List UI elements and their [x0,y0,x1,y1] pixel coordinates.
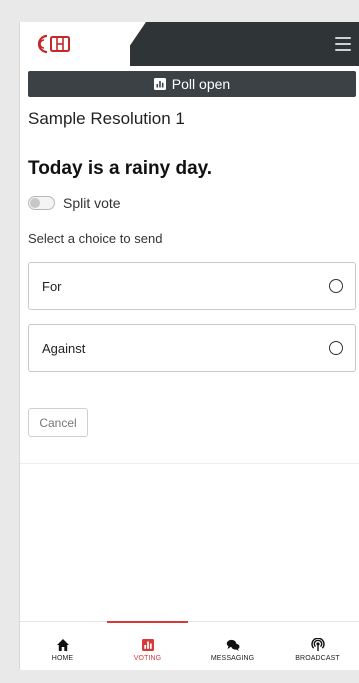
app-header [20,22,359,66]
app-frame: Poll open Sample Resolution 1 Today is a… [19,22,359,670]
nav-label: MESSAGING [210,655,255,662]
choice-against[interactable]: Against [28,324,356,372]
cancel-button[interactable]: Cancel [28,408,88,437]
nav-item-messaging[interactable]: MESSAGING [190,622,275,670]
home-icon [56,639,69,651]
nav-label: HOME [51,655,74,662]
resolution-question: Today is a rainy day. [28,158,213,179]
voting-icon [141,639,154,651]
choice-for[interactable]: For [28,262,356,310]
radio-icon[interactable] [329,279,343,293]
logo-slant [116,22,146,66]
poll-status-text: Poll open [171,76,231,92]
split-vote-row: Split vote [28,195,121,211]
split-vote-label: Split vote [63,195,121,211]
poll-status-banner: Poll open [28,71,356,97]
nav-item-voting[interactable]: VOTING [105,621,190,670]
nav-label: BROADCAST [295,655,340,662]
split-vote-toggle[interactable] [28,196,55,210]
bottom-nav: HOME VOTING MESSAGING BROADCAST [20,621,359,670]
menu-bar [335,49,351,51]
menu-bar [335,43,351,45]
choice-label: For [42,278,62,294]
menu-bar [335,37,351,39]
nav-label: VOTING [133,655,162,662]
broadcast-icon [310,638,325,651]
radio-icon[interactable] [329,341,343,355]
select-choice-label: Select a choice to send [28,231,163,246]
nav-item-home[interactable]: HOME [20,622,105,670]
hamburger-icon[interactable] [332,34,354,54]
resolution-title: Sample Resolution 1 [28,109,185,128]
logo-area [20,22,130,66]
divider [20,463,359,464]
choice-label: Against [42,340,86,356]
nav-item-broadcast[interactable]: BROADCAST [275,622,359,670]
chart-icon [153,78,166,90]
logo-icon[interactable] [38,34,72,54]
messaging-icon [226,639,239,651]
